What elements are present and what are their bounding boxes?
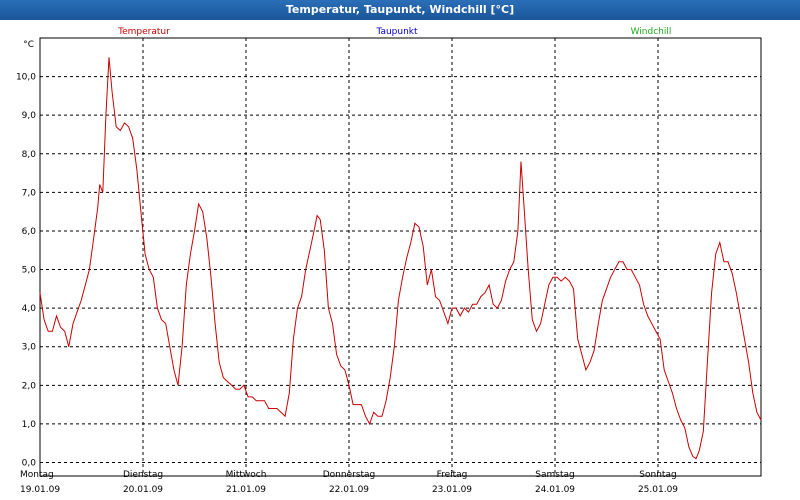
x-tick-day: Freitag [437,470,468,480]
y-tick-label: 1,0 [22,420,37,430]
x-tick-date: 23.01.09 [432,485,472,495]
y-tick-label: 2,0 [22,381,37,391]
x-tick-date: 21.01.09 [226,485,266,495]
x-tick-date: 20.01.09 [123,485,163,495]
plot-frame [39,37,762,477]
x-tick-day: Montag [20,470,54,480]
y-tick-label: 8,0 [22,150,37,160]
chart-title: Temperatur, Taupunkt, Windchill [°C] [0,0,800,20]
x-tick-day: Sonntag [639,470,676,480]
temperature-chart: °C Temperatur Taupunkt Windchill Montag 1… [16,27,762,495]
x-tick-day: Donnerstag [323,470,376,480]
y-tick-label: 4,0 [22,304,37,314]
x-tick-date: 22.01.09 [329,485,369,495]
y-tick-label: 7,0 [22,188,37,198]
y-tick-label: 5,0 [22,266,37,276]
x-tick-day: Samstag [535,470,574,480]
y-tick-label: 6,0 [22,227,37,237]
legend-windchill: Windchill [631,27,672,37]
y-tick-label: 0,0 [22,458,37,468]
x-tick-date: 24.01.09 [535,485,575,495]
y-tick-label: 3,0 [22,343,37,353]
y-tick-label: 9,0 [22,111,37,121]
y-tick-label: 10,0 [16,73,36,83]
x-tick-day: Mittwoch [226,470,267,480]
legend-taupunkt: Taupunkt [375,27,418,37]
x-tick-date: 19.01.09 [20,485,60,495]
x-tick-date: 25.01.09 [638,485,678,495]
y-axis-unit: °C [23,40,34,50]
x-tick-day: Dienstag [123,470,163,480]
legend-temperatur: Temperatur [117,27,170,37]
